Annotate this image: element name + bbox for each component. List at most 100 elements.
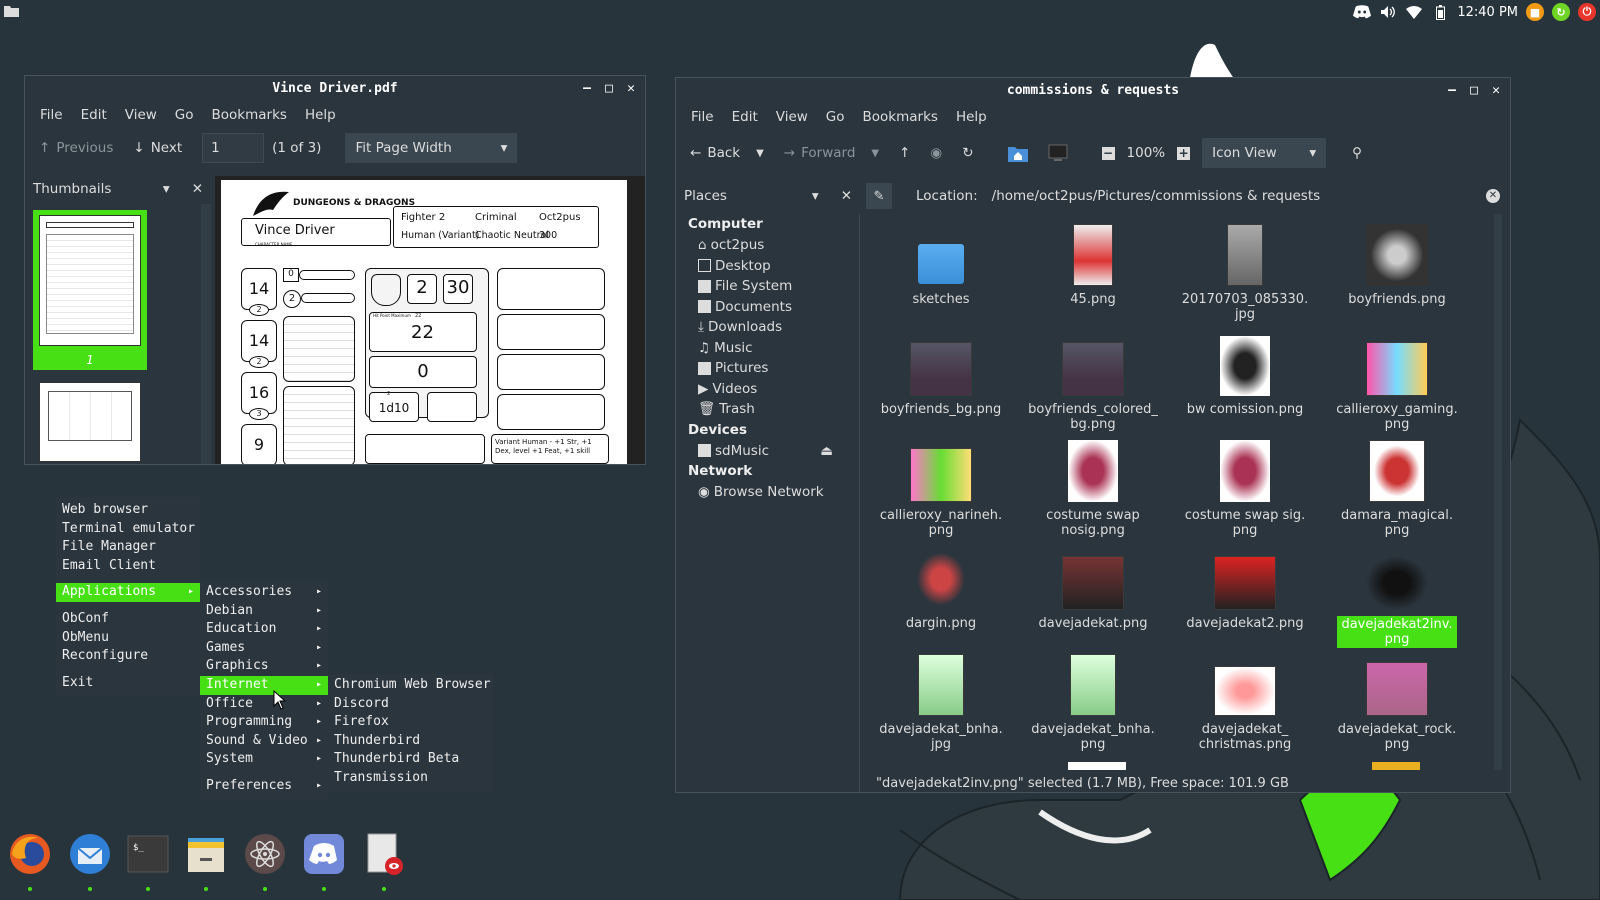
- menu-view[interactable]: View: [116, 107, 166, 123]
- file-item[interactable]: damara_magical. png: [1322, 440, 1472, 538]
- menu-item-system[interactable]: System: [200, 750, 328, 769]
- battery-icon[interactable]: [1431, 3, 1449, 21]
- file-item[interactable]: bw comission.png: [1170, 334, 1320, 417]
- file-item[interactable]: callieroxy_gaming. png: [1322, 334, 1472, 432]
- menu-item-office[interactable]: Office: [200, 695, 328, 714]
- stop-button[interactable]: ◉: [922, 137, 950, 169]
- menu-item-reconfigure[interactable]: Reconfigure: [56, 647, 200, 666]
- zoom-out-button[interactable]: −: [1094, 137, 1123, 169]
- menu-item-transmission[interactable]: Transmission: [328, 769, 494, 788]
- power-icon[interactable]: ⏻: [1578, 3, 1596, 21]
- volume-icon[interactable]: [1379, 3, 1397, 21]
- menu-item-thunderbird-beta[interactable]: Thunderbird Beta: [328, 750, 494, 769]
- menu-item-chromium[interactable]: Chromium Web Browser: [328, 676, 494, 695]
- menu-bookmarks[interactable]: Bookmarks: [203, 107, 296, 123]
- menu-item-firefox[interactable]: Firefox: [328, 713, 494, 732]
- menu-item-programming[interactable]: Programming: [200, 713, 328, 732]
- close-icon[interactable]: ✕: [625, 76, 637, 102]
- document-viewer-icon[interactable]: [362, 832, 406, 876]
- location-path[interactable]: /home/oct2pus/Pictures/commissions & req…: [992, 188, 1321, 204]
- menu-item-web-browser[interactable]: Web browser: [56, 501, 200, 520]
- file-item[interactable]: davejadekat2.png: [1170, 548, 1320, 631]
- computer-button[interactable]: [1040, 137, 1076, 169]
- menu-item-discord[interactable]: Discord: [328, 695, 494, 714]
- menu-item-thunderbird[interactable]: Thunderbird: [328, 732, 494, 751]
- file-item[interactable]: davejadekat2inv. png: [1322, 548, 1472, 648]
- menu-item-internet[interactable]: Internet: [200, 675, 328, 695]
- file-item[interactable]: callieroxy_narineh. png: [866, 440, 1016, 538]
- menu-file[interactable]: File: [682, 109, 723, 125]
- up-button[interactable]: ↑: [891, 137, 918, 169]
- places-close-icon[interactable]: ✕: [841, 188, 852, 204]
- page-number-input[interactable]: 1: [202, 133, 265, 163]
- file-manager-icon[interactable]: [184, 832, 228, 876]
- thumbnails-scrollbar[interactable]: [201, 204, 211, 464]
- menu-item-education[interactable]: Education: [200, 620, 328, 639]
- sidebar-item-videos[interactable]: ▶ Videos: [676, 379, 859, 400]
- places-dropdown-icon[interactable]: ▾: [812, 188, 819, 204]
- sidebar-item-trash[interactable]: 🗑 Trash: [676, 399, 859, 420]
- menu-file[interactable]: File: [31, 107, 72, 123]
- menu-item-preferences[interactable]: Preferences: [200, 777, 328, 796]
- file-item[interactable]: davejadekat_ christmas.png: [1170, 654, 1320, 752]
- previous-button[interactable]: ↑ Previous: [31, 132, 121, 164]
- file-item[interactable]: 20170703_085330. jpg: [1170, 224, 1320, 322]
- maximize-icon[interactable]: □: [603, 76, 615, 102]
- menu-item-terminal-emulator[interactable]: Terminal emulator: [56, 520, 200, 539]
- sidebar-item-sdmusic[interactable]: sdMusic ⏏: [676, 441, 859, 462]
- clock[interactable]: 12:40 PM: [1457, 5, 1518, 20]
- file-item[interactable]: sketches: [866, 224, 1016, 307]
- forward-button[interactable]: → Forward ▼: [776, 137, 887, 169]
- menu-item-accessories[interactable]: Accessories: [200, 583, 328, 602]
- document-view[interactable]: DUNGEONS & DRAGONS Vince Driver CHARACTE…: [215, 176, 645, 464]
- sidebar-item-file-system[interactable]: File System: [676, 276, 859, 297]
- file-item[interactable]: boyfriends_bg.png: [866, 334, 1016, 417]
- menu-edit[interactable]: Edit: [72, 107, 116, 123]
- reload-button[interactable]: ↻: [954, 137, 981, 169]
- discord-icon[interactable]: [302, 832, 346, 876]
- menu-item-graphics[interactable]: Graphics: [200, 657, 328, 676]
- file-item[interactable]: boyfriends.png: [1322, 224, 1472, 307]
- sidebar-dropdown-icon[interactable]: ▾: [163, 181, 170, 197]
- file-item[interactable]: davejadekat_rock. png: [1322, 654, 1472, 752]
- minimize-icon[interactable]: –: [581, 76, 593, 102]
- back-button[interactable]: ← Back ▼: [682, 137, 772, 169]
- window-titlebar[interactable]: Vince Driver.pdf – □ ✕: [25, 76, 645, 102]
- forward-history-icon[interactable]: ▼: [871, 148, 879, 159]
- thunderbird-icon[interactable]: [68, 832, 112, 876]
- file-item[interactable]: costume swap nosig.png: [1018, 440, 1168, 538]
- menu-go[interactable]: Go: [817, 109, 854, 125]
- sidebar-item-browse-network[interactable]: ◉ Browse Network: [676, 482, 859, 503]
- menu-help[interactable]: Help: [947, 109, 996, 125]
- atom-icon[interactable]: [243, 832, 287, 876]
- folder-icon[interactable]: [4, 4, 19, 17]
- image-thumbnail[interactable]: [1068, 762, 1126, 770]
- menu-item-applications[interactable]: Applications: [56, 583, 200, 602]
- maximize-icon[interactable]: □: [1468, 78, 1480, 104]
- zoom-select[interactable]: Fit Page Width ▾: [345, 133, 518, 163]
- next-button[interactable]: ↓ Next: [125, 132, 190, 164]
- file-grid-scrollbar[interactable]: [1494, 214, 1502, 770]
- clear-location-icon[interactable]: ✕: [1486, 189, 1500, 203]
- menu-edit[interactable]: Edit: [723, 109, 767, 125]
- sidebar-item-music[interactable]: ♫ Music: [676, 338, 859, 359]
- menu-item-obmenu[interactable]: ObMenu: [56, 629, 200, 648]
- menu-view[interactable]: View: [767, 109, 817, 125]
- menu-item-debian[interactable]: Debian: [200, 602, 328, 621]
- menu-item-file-manager[interactable]: File Manager: [56, 538, 200, 557]
- menu-go[interactable]: Go: [166, 107, 203, 123]
- thumbnail-page-1[interactable]: 1: [33, 210, 147, 370]
- thumbnail-page-2[interactable]: [39, 382, 141, 462]
- file-item[interactable]: boyfriends_colored_ bg.png: [1018, 334, 1168, 432]
- menu-help[interactable]: Help: [296, 107, 345, 123]
- refresh-icon[interactable]: ↻: [1552, 3, 1570, 21]
- menu-item-games[interactable]: Games: [200, 639, 328, 658]
- menu-item-exit[interactable]: Exit: [56, 674, 200, 693]
- sidebar-item-downloads[interactable]: ⤓ Downloads: [676, 317, 859, 338]
- menu-item-email-client[interactable]: Email Client: [56, 557, 200, 576]
- sidebar-close-icon[interactable]: ✕: [192, 181, 203, 197]
- image-thumbnail[interactable]: [1372, 762, 1420, 770]
- menu-item-obconf[interactable]: ObConf: [56, 610, 200, 629]
- eject-icon[interactable]: ⏏: [820, 443, 833, 459]
- file-item[interactable]: davejadekat.png: [1018, 548, 1168, 631]
